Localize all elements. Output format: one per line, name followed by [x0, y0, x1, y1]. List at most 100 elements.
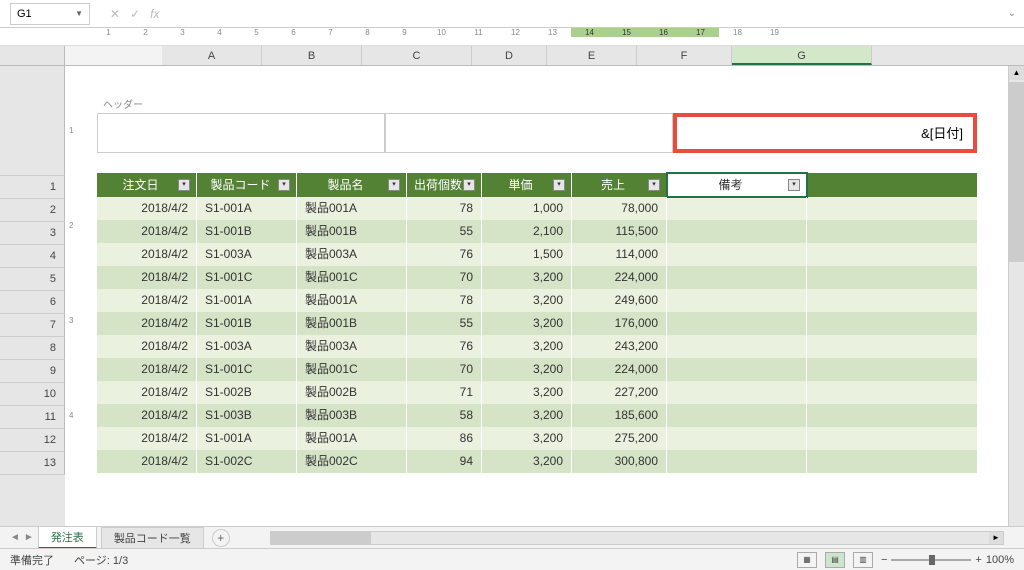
- table-row[interactable]: 2018/4/2S1-001B製品001B553,200176,000: [97, 312, 977, 335]
- table-cell[interactable]: 78: [407, 197, 482, 220]
- table-cell[interactable]: 2018/4/2: [97, 404, 197, 427]
- table-cell[interactable]: 224,000: [572, 266, 667, 289]
- add-sheet-button[interactable]: +: [212, 529, 230, 547]
- page-break-view-button[interactable]: ▥: [853, 552, 873, 568]
- table-cell[interactable]: 3,200: [482, 450, 572, 473]
- table-cell[interactable]: 55: [407, 220, 482, 243]
- table-cell[interactable]: [667, 358, 807, 381]
- normal-view-button[interactable]: ▦: [797, 552, 817, 568]
- hscroll-thumb[interactable]: [271, 532, 371, 544]
- table-cell[interactable]: 2,100: [482, 220, 572, 243]
- column-header[interactable]: E: [547, 46, 637, 65]
- filter-dropdown-icon[interactable]: ▾: [178, 179, 190, 191]
- table-cell[interactable]: 300,800: [572, 450, 667, 473]
- table-cell[interactable]: 製品002B: [297, 381, 407, 404]
- table-cell[interactable]: 70: [407, 266, 482, 289]
- table-cell[interactable]: 58: [407, 404, 482, 427]
- table-cell[interactable]: S1-001A: [197, 427, 297, 450]
- table-cell[interactable]: [667, 381, 807, 404]
- table-row[interactable]: 2018/4/2S1-002C製品002C943,200300,800: [97, 450, 977, 473]
- table-cell[interactable]: 2018/4/2: [97, 427, 197, 450]
- row-header[interactable]: 7: [0, 314, 65, 337]
- table-row[interactable]: 2018/4/2S1-001A製品001A783,200249,600: [97, 289, 977, 312]
- nav-next-icon[interactable]: ►: [24, 532, 34, 543]
- table-cell[interactable]: S1-001B: [197, 220, 297, 243]
- table-cell[interactable]: 3,200: [482, 312, 572, 335]
- scroll-right-icon[interactable]: ►: [989, 532, 1003, 544]
- table-header[interactable]: 単価▾: [482, 173, 572, 197]
- table-cell[interactable]: [667, 243, 807, 266]
- table-cell[interactable]: 86: [407, 427, 482, 450]
- expand-formula-icon[interactable]: ⌄: [1008, 8, 1016, 19]
- table-header[interactable]: 出荷個数▾: [407, 173, 482, 197]
- table-cell[interactable]: 114,000: [572, 243, 667, 266]
- column-header[interactable]: G: [732, 46, 872, 65]
- table-row[interactable]: 2018/4/2S1-001A製品001A863,200275,200: [97, 427, 977, 450]
- column-header[interactable]: B: [262, 46, 362, 65]
- table-header[interactable]: 製品名▾: [297, 173, 407, 197]
- table-cell[interactable]: 製品001C: [297, 358, 407, 381]
- table-cell[interactable]: 3,200: [482, 266, 572, 289]
- table-cell[interactable]: 2018/4/2: [97, 220, 197, 243]
- column-header[interactable]: D: [472, 46, 547, 65]
- table-row[interactable]: 2018/4/2S1-003A製品003A761,500114,000: [97, 243, 977, 266]
- table-cell[interactable]: 製品001B: [297, 220, 407, 243]
- filter-dropdown-icon[interactable]: ▾: [388, 179, 400, 191]
- table-cell[interactable]: [667, 197, 807, 220]
- chevron-down-icon[interactable]: ▼: [75, 9, 83, 18]
- table-cell[interactable]: 94: [407, 450, 482, 473]
- table-cell[interactable]: 78: [407, 289, 482, 312]
- row-header[interactable]: 13: [0, 452, 65, 475]
- table-cell[interactable]: 70: [407, 358, 482, 381]
- table-cell[interactable]: 249,600: [572, 289, 667, 312]
- column-header[interactable]: C: [362, 46, 472, 65]
- table-cell[interactable]: 2018/4/2: [97, 312, 197, 335]
- table-cell[interactable]: 製品003A: [297, 335, 407, 358]
- table-cell[interactable]: 115,500: [572, 220, 667, 243]
- table-cell[interactable]: 製品001A: [297, 197, 407, 220]
- table-cell[interactable]: S1-001A: [197, 289, 297, 312]
- table-cell[interactable]: S1-003A: [197, 335, 297, 358]
- filter-dropdown-icon[interactable]: ▾: [788, 179, 800, 191]
- table-cell[interactable]: 製品003A: [297, 243, 407, 266]
- nav-prev-icon[interactable]: ◄: [10, 532, 20, 543]
- table-cell[interactable]: 3,200: [482, 358, 572, 381]
- table-cell[interactable]: [667, 220, 807, 243]
- table-cell[interactable]: 176,000: [572, 312, 667, 335]
- table-cell[interactable]: 2018/4/2: [97, 197, 197, 220]
- row-header[interactable]: 1: [0, 176, 65, 199]
- zoom-slider[interactable]: [891, 559, 971, 561]
- table-cell[interactable]: 1,000: [482, 197, 572, 220]
- filter-dropdown-icon[interactable]: ▾: [278, 179, 290, 191]
- table-cell[interactable]: 2018/4/2: [97, 289, 197, 312]
- table-cell[interactable]: 製品001A: [297, 289, 407, 312]
- table-header[interactable]: 売上▾: [572, 173, 667, 197]
- fx-icon[interactable]: fx: [150, 7, 159, 21]
- table-cell[interactable]: S1-003A: [197, 243, 297, 266]
- table-row[interactable]: 2018/4/2S1-001B製品001B552,100115,500: [97, 220, 977, 243]
- table-cell[interactable]: S1-001C: [197, 266, 297, 289]
- table-cell[interactable]: [667, 312, 807, 335]
- table-cell[interactable]: S1-001C: [197, 358, 297, 381]
- table-row[interactable]: 2018/4/2S1-001A製品001A781,00078,000: [97, 197, 977, 220]
- zoom-out-button[interactable]: −: [881, 554, 887, 566]
- table-cell[interactable]: 2018/4/2: [97, 381, 197, 404]
- table-row[interactable]: 2018/4/2S1-001C製品001C703,200224,000: [97, 358, 977, 381]
- header-center-box[interactable]: [385, 113, 673, 153]
- table-header[interactable]: 備考▾: [667, 173, 807, 197]
- confirm-icon[interactable]: ✓: [130, 7, 140, 21]
- table-cell[interactable]: [667, 266, 807, 289]
- table-header[interactable]: 製品コード▾: [197, 173, 297, 197]
- table-cell[interactable]: 275,200: [572, 427, 667, 450]
- table-cell[interactable]: 製品002C: [297, 450, 407, 473]
- sheet-tab[interactable]: 製品コード一覧: [101, 527, 204, 549]
- table-cell[interactable]: [667, 450, 807, 473]
- row-header[interactable]: 11: [0, 406, 65, 429]
- scroll-up-icon[interactable]: ▲: [1009, 66, 1024, 80]
- row-header[interactable]: 3: [0, 222, 65, 245]
- table-header[interactable]: 注文日▾: [97, 173, 197, 197]
- table-cell[interactable]: 1,500: [482, 243, 572, 266]
- table-cell[interactable]: 55: [407, 312, 482, 335]
- column-header[interactable]: A: [162, 46, 262, 65]
- row-header[interactable]: 4: [0, 245, 65, 268]
